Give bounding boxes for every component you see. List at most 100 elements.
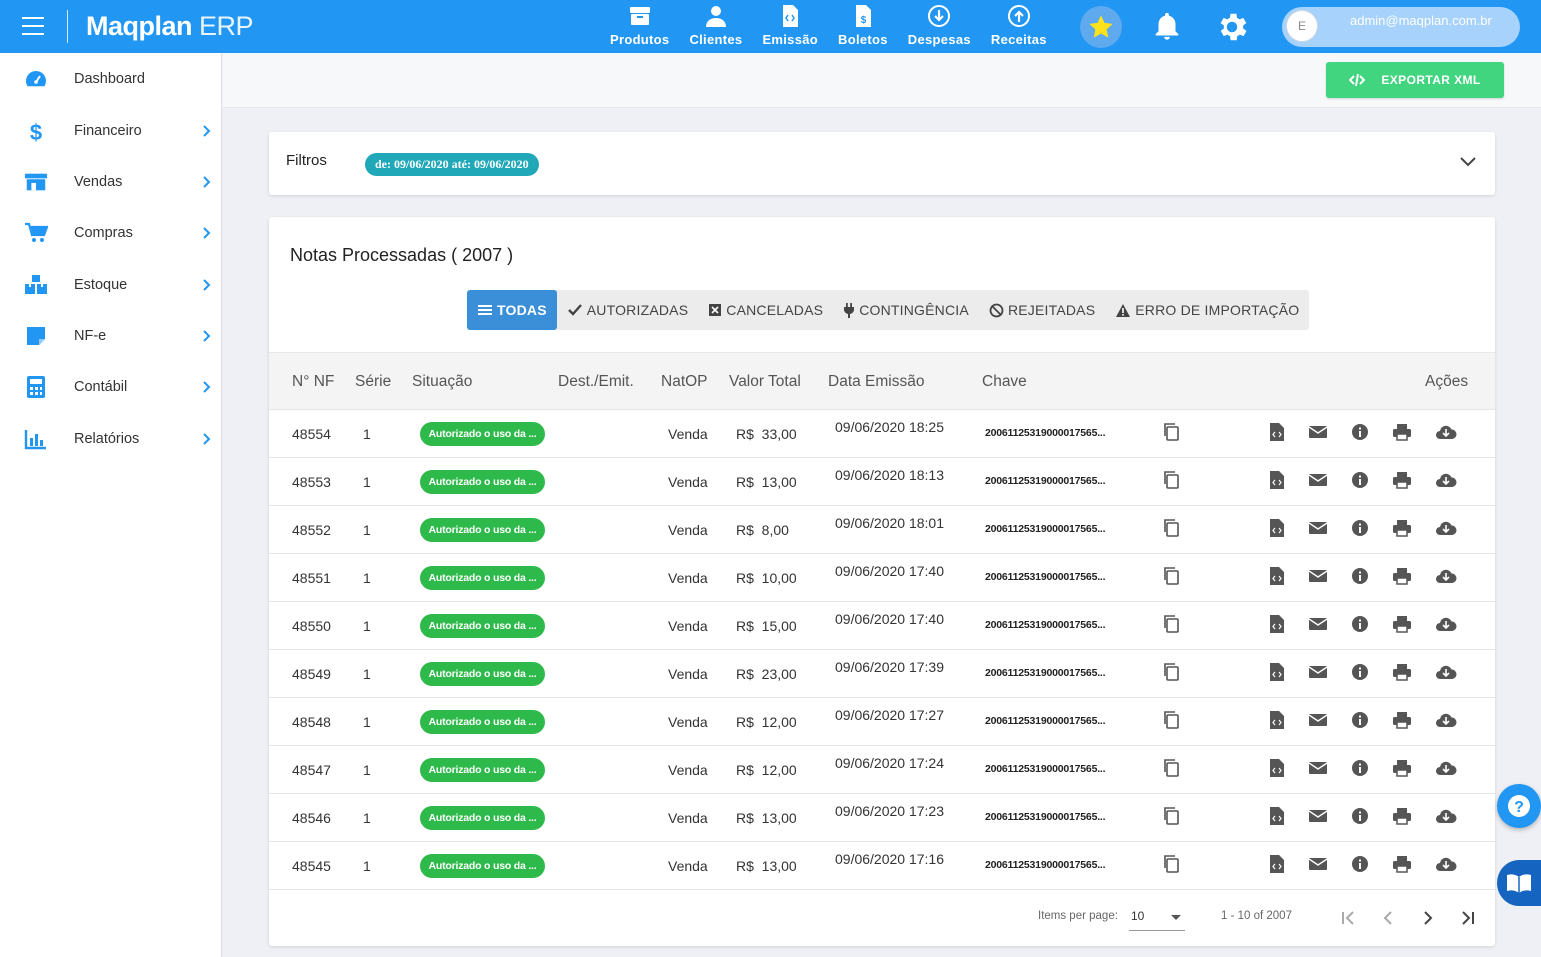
print-button[interactable] xyxy=(1391,663,1413,685)
nav-clientes[interactable]: Clientes xyxy=(679,0,752,53)
sidebar-item-financeiro[interactable]: $ Financeiro xyxy=(0,105,222,156)
status-badge[interactable]: Autorizado o uso da ... xyxy=(420,422,545,446)
column-header-data[interactable]: Data Emissão xyxy=(828,373,924,391)
table-row[interactable]: 48553 1 Autorizado o uso da ... Venda R$ 13,… xyxy=(269,458,1495,506)
page-size-select[interactable]: 10 xyxy=(1129,905,1185,931)
status-badge[interactable]: Autorizado o uso da ... xyxy=(420,566,545,590)
print-button[interactable] xyxy=(1391,423,1413,445)
print-button[interactable] xyxy=(1391,855,1413,877)
tab-canceladas[interactable]: CANCELADAS xyxy=(698,290,833,330)
status-badge[interactable]: Autorizado o uso da ... xyxy=(420,662,545,686)
tab-rejeitadas[interactable]: REJEITADAS xyxy=(979,290,1105,330)
xml-file-button[interactable] xyxy=(1266,614,1288,637)
status-badge[interactable]: Autorizado o uso da ... xyxy=(420,806,545,830)
copy-key-button[interactable] xyxy=(1160,854,1182,877)
table-row[interactable]: 48548 1 Autorizado o uso da ... Venda R$ 12,… xyxy=(269,698,1495,746)
notifications-button[interactable] xyxy=(1150,10,1184,44)
sidebar-item-contabil[interactable]: Contábil xyxy=(0,361,222,412)
nav-emissao[interactable]: Emissão xyxy=(752,0,828,53)
settings-button[interactable] xyxy=(1214,9,1250,45)
info-button[interactable] xyxy=(1349,807,1371,829)
column-header-chave[interactable]: Chave xyxy=(982,373,1027,391)
print-button[interactable] xyxy=(1391,519,1413,541)
copy-key-button[interactable] xyxy=(1160,422,1182,445)
xml-file-button[interactable] xyxy=(1266,518,1288,541)
column-header-serie[interactable]: Série xyxy=(355,373,391,391)
table-row[interactable]: 48547 1 Autorizado o uso da ... Venda R$ 12,… xyxy=(269,746,1495,794)
copy-key-button[interactable] xyxy=(1160,518,1182,541)
cloud-download-button[interactable] xyxy=(1435,423,1457,445)
info-button[interactable] xyxy=(1349,471,1371,493)
info-button[interactable] xyxy=(1349,855,1371,877)
info-button[interactable] xyxy=(1349,615,1371,637)
copy-key-button[interactable] xyxy=(1160,806,1182,829)
cloud-download-button[interactable] xyxy=(1435,663,1457,685)
print-button[interactable] xyxy=(1391,711,1413,733)
email-button[interactable] xyxy=(1307,711,1329,733)
tab-todas[interactable]: TODAS xyxy=(467,290,557,330)
email-button[interactable] xyxy=(1307,615,1329,637)
sidebar-item-relatorios[interactable]: Relatórios xyxy=(0,413,222,464)
print-button[interactable] xyxy=(1391,567,1413,589)
email-button[interactable] xyxy=(1307,519,1329,541)
status-badge[interactable]: Autorizado o uso da ... xyxy=(420,710,545,734)
table-row[interactable]: 48545 1 Autorizado o uso da ... Venda R$ 13,… xyxy=(269,842,1495,890)
column-header-situacao[interactable]: Situação xyxy=(412,373,472,391)
table-row[interactable]: 48546 1 Autorizado o uso da ... Venda R$ 13,… xyxy=(269,794,1495,842)
cloud-download-button[interactable] xyxy=(1435,615,1457,637)
cloud-download-button[interactable] xyxy=(1435,471,1457,493)
sidebar-item-vendas[interactable]: Vendas xyxy=(0,156,222,207)
nav-receitas[interactable]: Receitas xyxy=(981,0,1057,53)
status-badge[interactable]: Autorizado o uso da ... xyxy=(420,758,545,782)
favorites-button[interactable] xyxy=(1080,6,1122,48)
status-badge[interactable]: Autorizado o uso da ... xyxy=(420,518,545,542)
info-button[interactable] xyxy=(1349,567,1371,589)
previous-page-button[interactable] xyxy=(1375,905,1401,931)
email-button[interactable] xyxy=(1307,759,1329,781)
sidebar-item-nfe[interactable]: NF-e xyxy=(0,310,222,361)
table-row[interactable]: 48552 1 Autorizado o uso da ... Venda R$ 8,0… xyxy=(269,506,1495,554)
print-button[interactable] xyxy=(1391,807,1413,829)
first-page-button[interactable] xyxy=(1335,905,1361,931)
xml-file-button[interactable] xyxy=(1266,806,1288,829)
tab-erro-importacao[interactable]: ERRO DE IMPORTAÇÃO xyxy=(1105,290,1309,330)
xml-file-button[interactable] xyxy=(1266,662,1288,685)
print-button[interactable] xyxy=(1391,759,1413,781)
manual-button[interactable] xyxy=(1497,860,1541,906)
user-menu[interactable]: E admin@maqplan.com.br xyxy=(1282,7,1520,47)
copy-key-button[interactable] xyxy=(1160,710,1182,733)
next-page-button[interactable] xyxy=(1415,905,1441,931)
xml-file-button[interactable] xyxy=(1266,758,1288,781)
nav-produtos[interactable]: Produtos xyxy=(600,0,679,53)
tab-autorizadas[interactable]: AUTORIZADAS xyxy=(557,290,699,330)
info-button[interactable] xyxy=(1349,519,1371,541)
export-xml-button[interactable]: EXPORTAR XML xyxy=(1326,62,1504,98)
info-button[interactable] xyxy=(1349,663,1371,685)
copy-key-button[interactable] xyxy=(1160,470,1182,493)
table-row[interactable]: 48549 1 Autorizado o uso da ... Venda R$ 23,… xyxy=(269,650,1495,698)
cloud-download-button[interactable] xyxy=(1435,519,1457,541)
tab-contingencia[interactable]: CONTINGÊNCIA xyxy=(833,290,979,330)
status-badge[interactable]: Autorizado o uso da ... xyxy=(420,470,545,494)
print-button[interactable] xyxy=(1391,471,1413,493)
column-header-nf[interactable]: N° NF xyxy=(292,373,334,391)
cloud-download-button[interactable] xyxy=(1435,711,1457,733)
table-row[interactable]: 48551 1 Autorizado o uso da ... Venda R$ 10,… xyxy=(269,554,1495,602)
info-button[interactable] xyxy=(1349,423,1371,445)
email-button[interactable] xyxy=(1307,567,1329,589)
table-row[interactable]: 48550 1 Autorizado o uso da ... Venda R$ 15,… xyxy=(269,602,1495,650)
chevron-down-icon[interactable] xyxy=(1459,156,1477,168)
sidebar-item-dashboard[interactable]: Dashboard xyxy=(0,53,222,104)
column-header-natop[interactable]: NatOP xyxy=(661,373,708,391)
cloud-download-button[interactable] xyxy=(1435,759,1457,781)
email-button[interactable] xyxy=(1307,423,1329,445)
cloud-download-button[interactable] xyxy=(1435,567,1457,589)
sidebar-item-compras[interactable]: Compras xyxy=(0,207,222,258)
xml-file-button[interactable] xyxy=(1266,710,1288,733)
table-row[interactable]: 48554 1 Autorizado o uso da ... Venda R$ 33,… xyxy=(269,410,1495,458)
help-button[interactable]: ? xyxy=(1497,784,1541,828)
xml-file-button[interactable] xyxy=(1266,422,1288,445)
column-header-dest[interactable]: Dest./Emit. xyxy=(558,373,634,391)
status-badge[interactable]: Autorizado o uso da ... xyxy=(420,614,545,638)
email-button[interactable] xyxy=(1307,855,1329,877)
